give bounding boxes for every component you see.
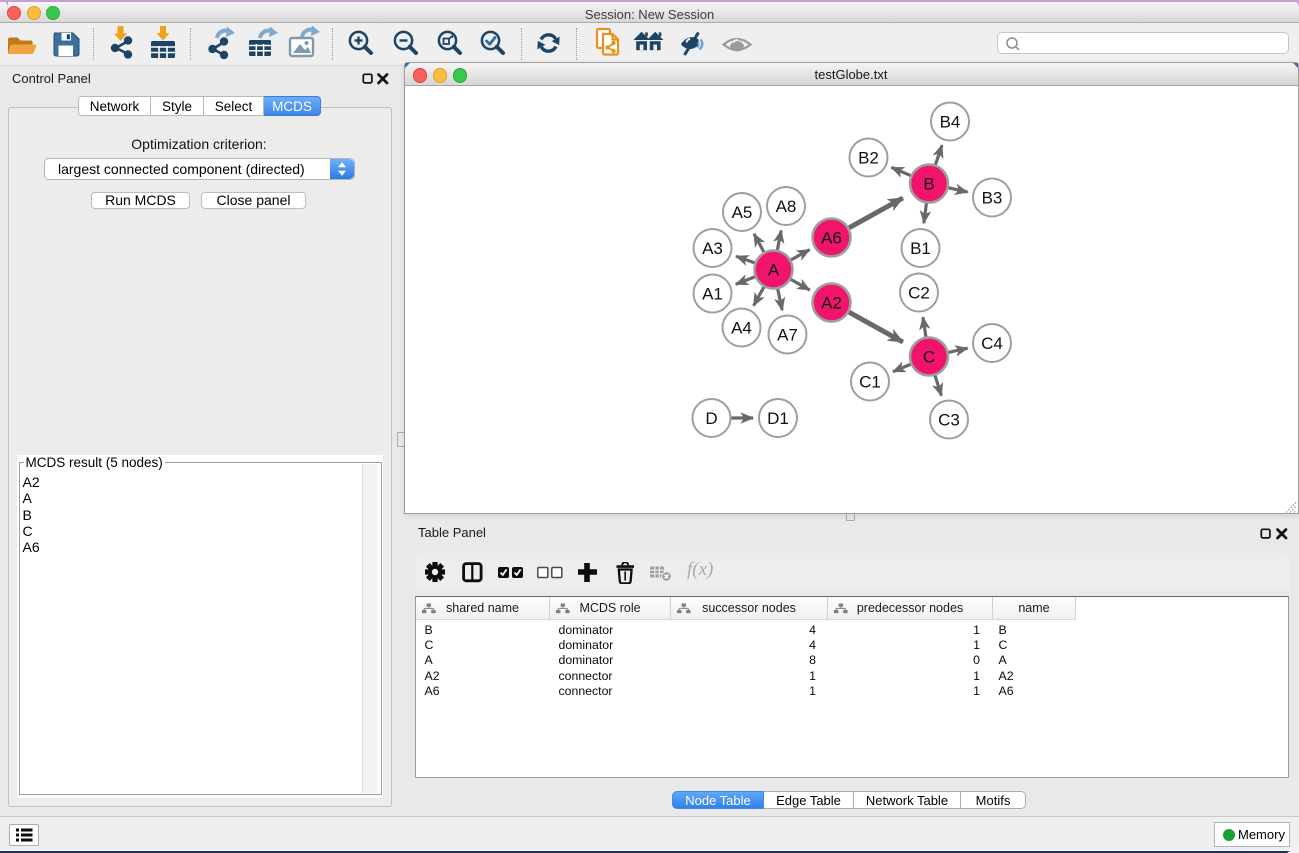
svg-text:A6: A6 <box>821 228 842 247</box>
svg-text:A4: A4 <box>731 318 752 337</box>
svg-text:A8: A8 <box>775 197 796 216</box>
svg-text:A3: A3 <box>702 239 723 258</box>
svg-text:C1: C1 <box>859 372 881 391</box>
svg-text:A: A <box>767 260 779 279</box>
svg-text:B: B <box>923 174 934 193</box>
svg-text:A2: A2 <box>821 293 842 312</box>
svg-text:A7: A7 <box>777 325 798 344</box>
svg-text:C: C <box>922 347 934 366</box>
svg-text:B1: B1 <box>910 239 931 258</box>
svg-text:A1: A1 <box>702 284 723 303</box>
svg-text:B3: B3 <box>981 188 1002 207</box>
svg-text:B2: B2 <box>858 148 879 167</box>
svg-text:C2: C2 <box>908 283 930 302</box>
svg-text:A5: A5 <box>731 203 752 222</box>
svg-text:D: D <box>705 409 717 428</box>
svg-text:C3: C3 <box>938 410 960 429</box>
svg-text:C4: C4 <box>981 334 1003 353</box>
svg-text:D1: D1 <box>767 409 789 428</box>
svg-text:B4: B4 <box>939 112 960 131</box>
